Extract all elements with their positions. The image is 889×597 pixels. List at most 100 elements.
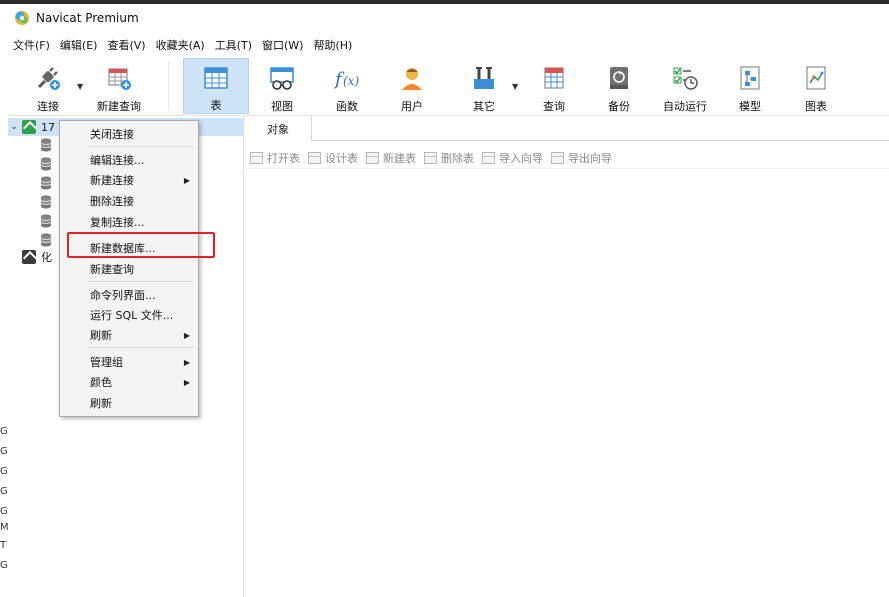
- toolbar-separator: [168, 62, 169, 110]
- table-icon: [204, 67, 228, 89]
- menu-edit-connection[interactable]: 编辑连接...: [60, 150, 198, 170]
- other-button[interactable]: 其它: [466, 58, 502, 114]
- model-label: 模型: [739, 100, 761, 113]
- view-button[interactable]: 视图: [264, 58, 300, 114]
- menu-delete-connection[interactable]: 删除连接: [60, 191, 198, 211]
- submenu-arrow-icon: ▶: [183, 377, 190, 387]
- new-query-button[interactable]: 新建查询: [94, 58, 144, 114]
- query-button[interactable]: 查询: [536, 58, 572, 114]
- menu-command-line[interactable]: 命令列界面...: [60, 285, 198, 305]
- open-table-icon: [250, 151, 263, 164]
- new-table-icon: [366, 151, 379, 164]
- user-label: 用户: [401, 100, 423, 113]
- edge-glyph: G: [0, 506, 8, 517]
- delete-table-button[interactable]: 删除表: [424, 150, 474, 166]
- table-button[interactable]: 表: [183, 58, 249, 114]
- new-table-button[interactable]: 新建表: [366, 150, 416, 166]
- other-dropdown-icon[interactable]: ▼: [512, 82, 518, 91]
- user-icon: [402, 68, 422, 90]
- database-icon: [40, 138, 52, 152]
- design-table-button[interactable]: 设计表: [308, 150, 358, 166]
- menu-file[interactable]: 文件(F): [13, 37, 50, 53]
- expand-chevron-icon[interactable]: ⌄: [8, 122, 20, 132]
- menu-refresh[interactable]: 刷新: [60, 393, 198, 413]
- menu-color[interactable]: 颜色 ▶: [60, 372, 198, 392]
- menu-favorites[interactable]: 收藏夹(A): [156, 37, 205, 53]
- menu-edit[interactable]: 编辑(E): [60, 37, 98, 53]
- mysql-connection-icon: [22, 120, 36, 134]
- edge-glyph: G: [0, 426, 8, 437]
- submenu-arrow-icon: ▶: [183, 357, 190, 367]
- menu-run-sql-file[interactable]: 运行 SQL 文件...: [60, 305, 198, 325]
- new-query-icon: [108, 68, 131, 90]
- backup-icon: [610, 67, 628, 89]
- user-button[interactable]: 用户: [394, 58, 430, 114]
- chart-button[interactable]: 图表: [798, 58, 834, 114]
- edge-glyph: G: [0, 466, 8, 477]
- database-icon: [40, 157, 52, 171]
- database-icon: [40, 195, 52, 209]
- connect-dropdown-icon[interactable]: ▼: [77, 82, 83, 91]
- window-title: Navicat Premium: [36, 11, 139, 25]
- table-label: 表: [210, 99, 222, 112]
- new-query-label: 新建查询: [97, 100, 141, 113]
- open-table-button[interactable]: 打开表: [250, 150, 300, 166]
- navicat-logo-icon: [15, 11, 29, 25]
- tools-icon: [474, 67, 494, 89]
- object-toolbar: 打开表 设计表 新建表 删除表 导入向导 导出向导: [245, 147, 889, 169]
- menu-new-query[interactable]: 新建查询: [60, 259, 198, 279]
- connection-icon: [22, 250, 36, 264]
- function-icon: f (x): [333, 69, 359, 90]
- tab-objects[interactable]: 对象: [245, 116, 312, 141]
- submenu-arrow-icon: ▶: [183, 330, 190, 340]
- menu-tools[interactable]: 工具(T): [215, 37, 252, 53]
- backup-button[interactable]: 备份: [601, 58, 637, 114]
- query-label: 查询: [543, 100, 565, 113]
- model-button[interactable]: 模型: [732, 58, 768, 114]
- menu-view[interactable]: 查看(V): [107, 37, 145, 53]
- function-button[interactable]: f (x) 函数: [329, 58, 365, 114]
- menu-bar: 文件(F) 编辑(E) 查看(V) 收藏夹(A) 工具(T) 窗口(W) 帮助(…: [0, 35, 889, 55]
- import-wizard-button[interactable]: 导入向导: [482, 150, 543, 166]
- menu-close-connection[interactable]: 关闭连接: [60, 124, 198, 144]
- automation-button[interactable]: 自动运行: [660, 58, 710, 114]
- chart-label: 图表: [805, 100, 827, 113]
- menu-help[interactable]: 帮助(H): [313, 37, 352, 53]
- database-icon: [40, 176, 52, 190]
- menu-separator: [88, 146, 194, 147]
- query-icon: [544, 67, 564, 89]
- backup-label: 备份: [608, 100, 630, 113]
- export-wizard-button[interactable]: 导出向导: [551, 150, 612, 166]
- menu-refresh-submenu[interactable]: 刷新 ▶: [60, 325, 198, 345]
- database-icon: [40, 214, 52, 228]
- connection-name: 化: [41, 251, 52, 264]
- other-label: 其它: [473, 100, 495, 113]
- menu-manage-group[interactable]: 管理组 ▶: [60, 352, 198, 372]
- context-menu: 关闭连接 编辑连接... 新建连接 ▶ 删除连接 复制连接... 新建数据库...…: [59, 120, 199, 417]
- design-table-icon: [308, 151, 321, 164]
- edge-glyph: G: [0, 486, 8, 497]
- view-label: 视图: [271, 100, 293, 113]
- menu-separator: [88, 281, 194, 282]
- model-icon: [740, 66, 760, 90]
- submenu-arrow-icon: ▶: [183, 175, 190, 185]
- menu-copy-connection[interactable]: 复制连接...: [60, 212, 198, 232]
- view-icon: [270, 67, 294, 90]
- automation-icon: [673, 67, 698, 90]
- edge-glyph: G: [0, 560, 8, 571]
- connection-name: 17: [41, 120, 55, 134]
- main-toolbar: 连接 ▼ 新建查询 表 视图 f (x) 函数 用户 其它 ▼ 查询 备份 自动…: [0, 56, 889, 116]
- menu-new-connection[interactable]: 新建连接 ▶: [60, 170, 198, 190]
- edge-glyph: G: [0, 446, 8, 457]
- plug-icon: [37, 67, 60, 90]
- menu-window[interactable]: 窗口(W): [262, 37, 303, 53]
- edge-glyph: T: [0, 540, 7, 551]
- main-area: 对象 打开表 设计表 新建表 删除表 导入向导 导出向导: [245, 116, 889, 597]
- left-edge-strip: G G G G G M T G: [0, 96, 9, 597]
- connect-button[interactable]: 连接: [30, 58, 66, 114]
- import-icon: [482, 151, 495, 164]
- annotation-highlight-box: [67, 232, 215, 258]
- delete-table-icon: [424, 151, 437, 164]
- export-icon: [551, 151, 564, 164]
- tab-bar: 对象: [245, 116, 889, 141]
